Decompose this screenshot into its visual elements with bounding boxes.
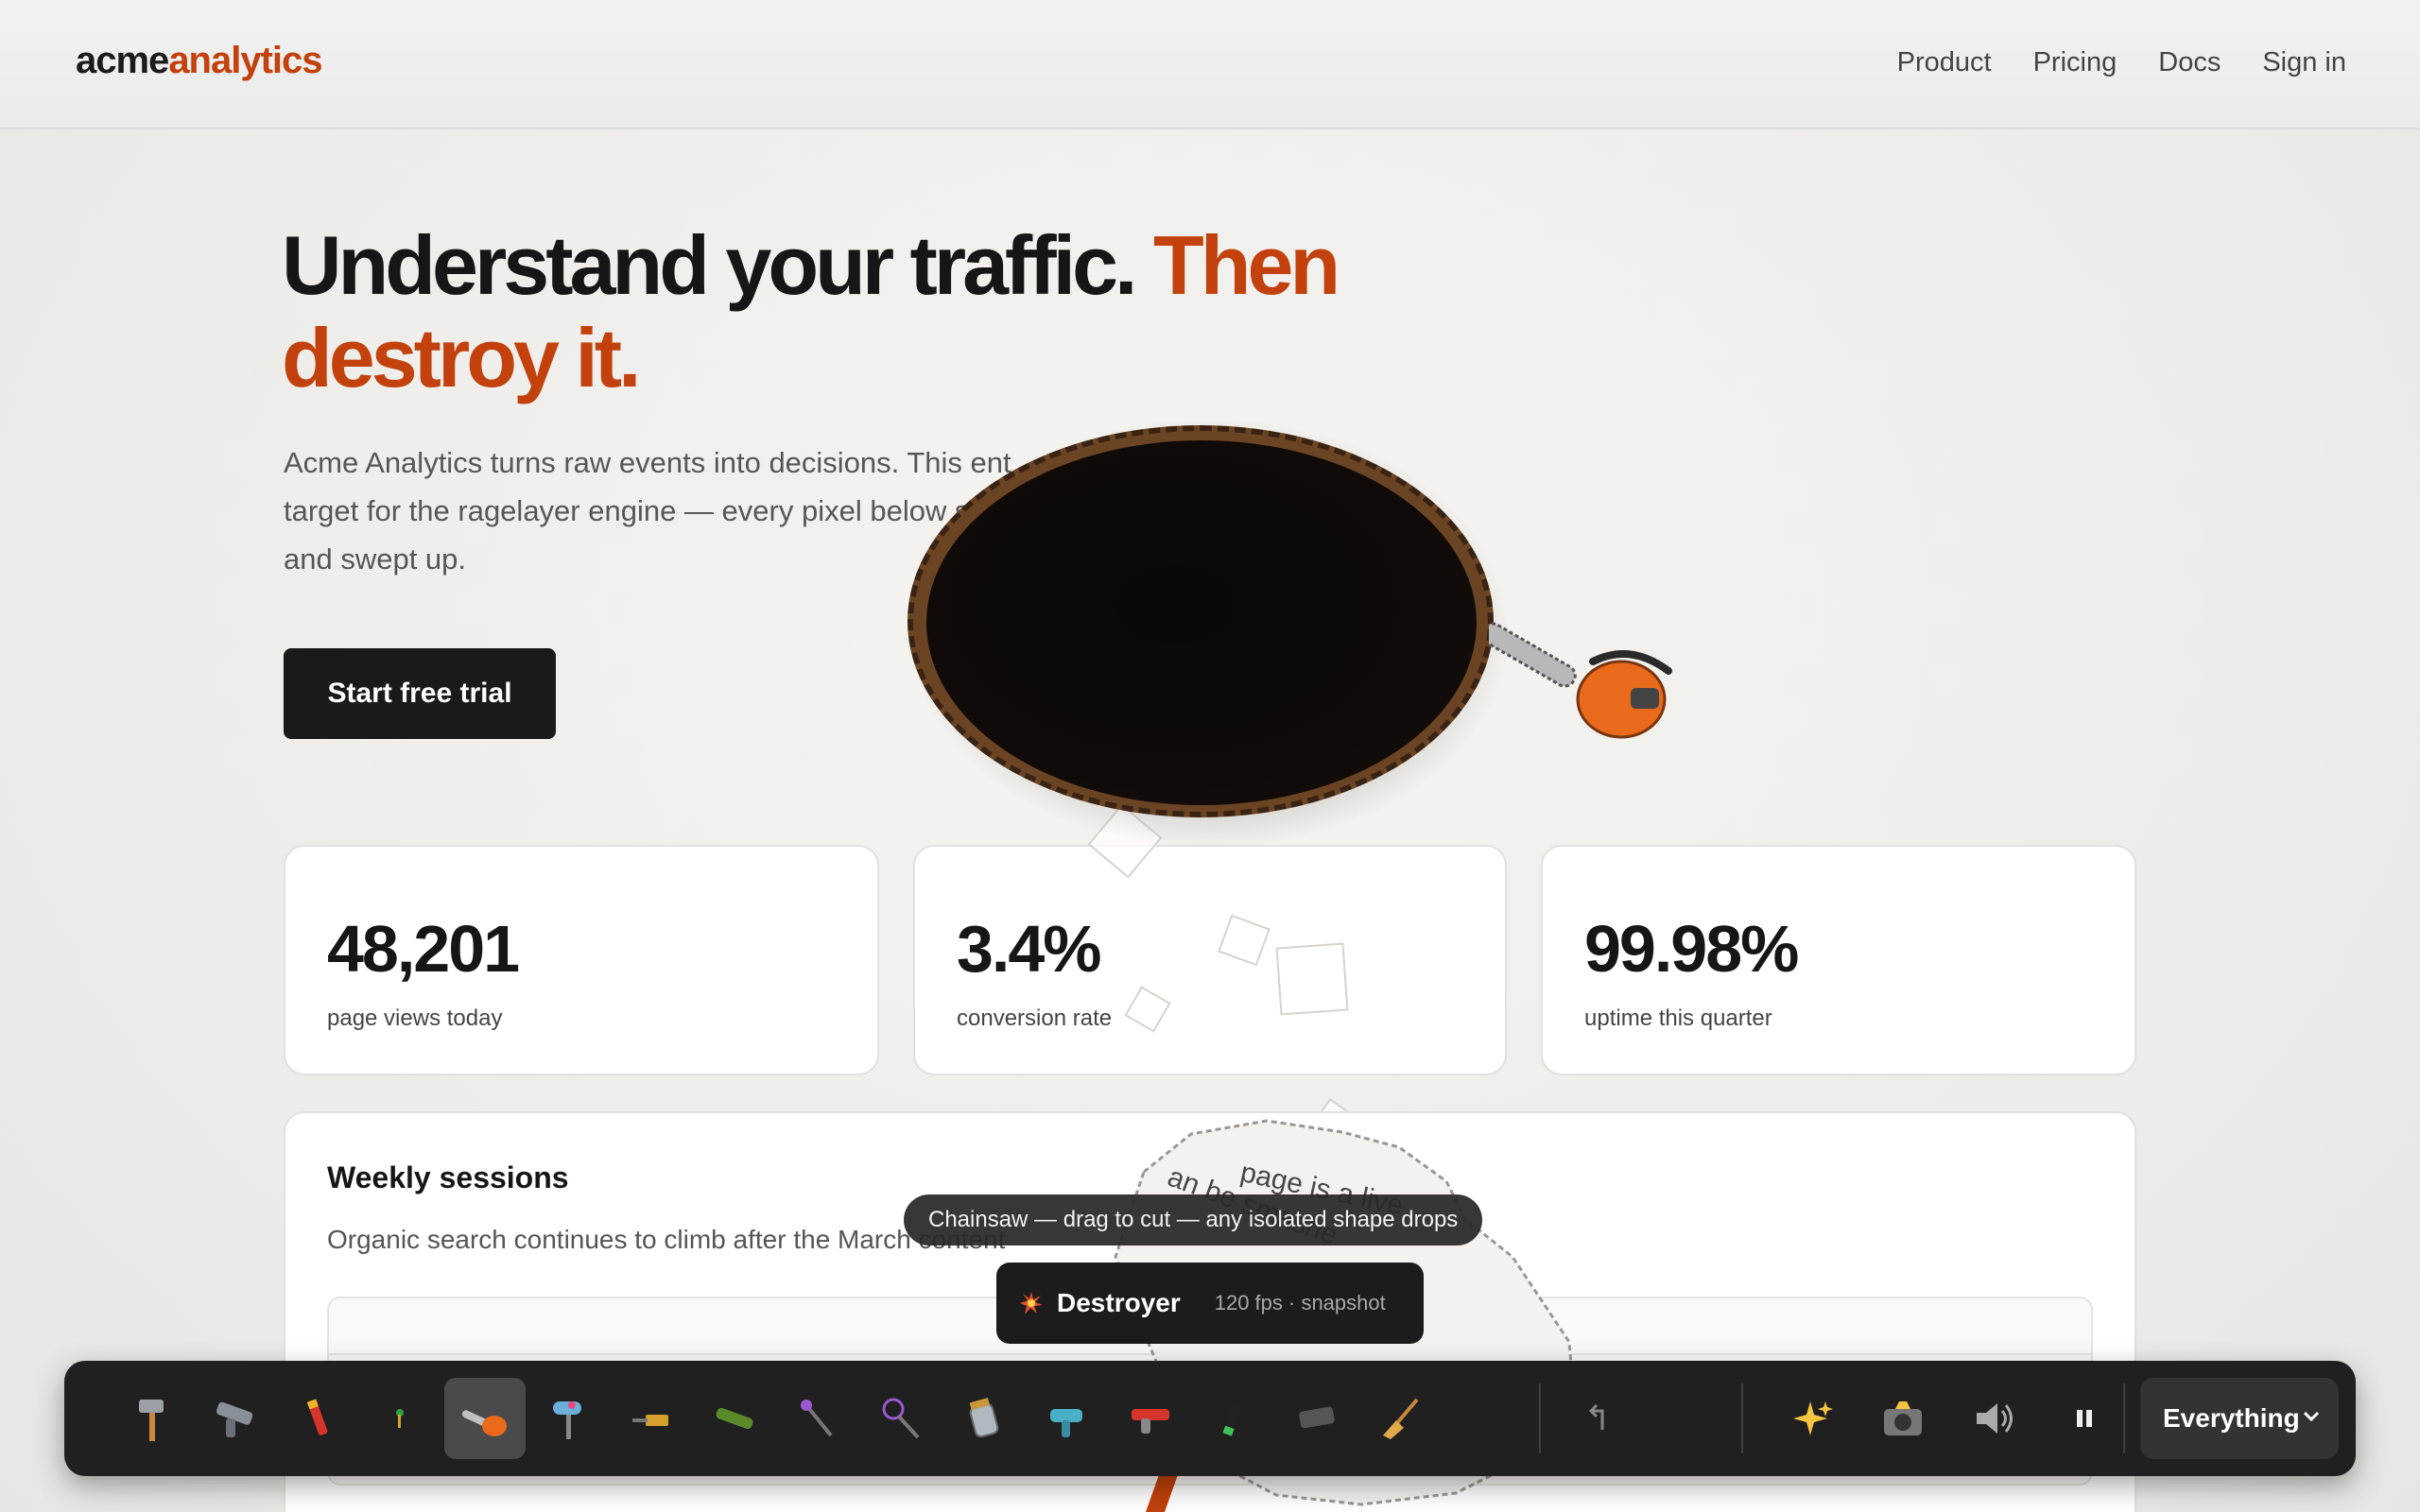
broom-tool-button[interactable] — [1359, 1378, 1441, 1459]
marker-tool-button[interactable] — [1193, 1378, 1274, 1459]
pin-icon — [396, 1409, 404, 1428]
destroyer-hud: Destroyer 120 fps · snapshot — [996, 1263, 1424, 1344]
stat-card-uptime: 99.98% uptime this quarter — [1541, 845, 2136, 1075]
hammer-tool-button[interactable] — [112, 1378, 193, 1459]
stat-label: uptime this quarter — [1584, 1005, 1772, 1031]
crayon-tool-button[interactable] — [278, 1378, 359, 1459]
rocket-launcher-icon — [716, 1407, 753, 1430]
stat-card-page-views: 48,201 page views today — [284, 845, 879, 1075]
hole-void — [926, 440, 1477, 805]
undo-icon — [1588, 1403, 1604, 1430]
blaster-tool-button[interactable] — [611, 1378, 692, 1459]
stat-label: conversion rate — [957, 1005, 1113, 1031]
flamethrower-tool-button[interactable] — [1110, 1378, 1191, 1459]
chainsaw-cursor-icon — [1489, 622, 1672, 739]
logo-text-acme: acme — [76, 40, 169, 81]
stat-value: 99.98% — [1584, 912, 1799, 986]
paint-roller-icon — [553, 1401, 581, 1439]
tool-toolbar: Everything — [64, 1361, 2356, 1476]
hammer-icon — [139, 1400, 164, 1441]
sparkles-button[interactable] — [1772, 1378, 1853, 1459]
rocket-launcher-tool-button[interactable] — [694, 1378, 775, 1459]
debris-shard — [1275, 942, 1349, 1016]
sparkles-icon — [1793, 1401, 1833, 1435]
paint-roller-tool-button[interactable] — [527, 1378, 609, 1459]
panel-subtitle: Organic search continues to climb after … — [327, 1225, 1006, 1254]
undo-button[interactable] — [1558, 1378, 1639, 1459]
chainsaw-icon — [461, 1410, 507, 1436]
stat-value: 48,201 — [327, 912, 520, 986]
lasso-tool-button[interactable] — [860, 1378, 942, 1459]
broom-icon — [1383, 1398, 1419, 1439]
top-bar: acmeanalytics Product Pricing Docs Sign … — [0, 0, 2420, 129]
flamethrower-icon — [1132, 1409, 1169, 1434]
mode-select-value: Everything — [2163, 1403, 2300, 1433]
magic-wand-icon — [801, 1400, 833, 1437]
stat-card-conversion: 3.4% conversion rate — [913, 845, 1507, 1075]
blaster-icon — [632, 1415, 668, 1426]
gun-tool-button[interactable] — [195, 1378, 276, 1459]
main-nav: Product Pricing Docs Sign in — [1897, 47, 2346, 78]
panel-title: Weekly sessions — [327, 1160, 569, 1194]
logo-text-analytics: analytics — [168, 40, 322, 81]
crayon-icon — [306, 1399, 328, 1435]
stat-label: page views today — [327, 1005, 503, 1031]
magic-wand-tool-button[interactable] — [777, 1378, 858, 1459]
hero-title-main: Understand your traffic. — [282, 218, 1153, 312]
pause-icon — [2077, 1410, 2092, 1427]
gun-icon — [216, 1401, 253, 1437]
toolbar-separator — [2123, 1383, 2125, 1453]
jar-icon — [969, 1398, 999, 1438]
glue-gun-tool-button[interactable] — [1027, 1378, 1108, 1459]
nav-sign-in[interactable]: Sign in — [2262, 47, 2346, 78]
toolbar-separator — [1741, 1383, 1743, 1453]
start-free-trial-button[interactable]: Start free trial — [284, 648, 556, 739]
sound-button[interactable] — [1953, 1378, 2034, 1459]
camera-button[interactable] — [1862, 1378, 1944, 1459]
eraser-tool-button[interactable] — [1276, 1378, 1357, 1459]
glue-gun-icon — [1050, 1409, 1082, 1437]
explosion-icon — [1020, 1292, 1043, 1314]
pause-button[interactable] — [2044, 1378, 2125, 1459]
hud-stats: 120 fps · snapshot — [1214, 1291, 1386, 1314]
logo[interactable]: acmeanalytics — [76, 40, 323, 82]
nav-pricing[interactable]: Pricing — [2033, 47, 2118, 78]
speaker-icon — [1977, 1403, 2013, 1434]
lasso-icon — [882, 1398, 920, 1439]
nav-docs[interactable]: Docs — [2158, 47, 2221, 78]
chainsaw-tool-button[interactable] — [444, 1378, 526, 1459]
target-mode-select[interactable]: Everything — [2140, 1378, 2339, 1459]
chainsaw-hole — [908, 397, 1512, 850]
marker-icon — [1222, 1403, 1242, 1436]
hud-title: Destroyer — [1057, 1288, 1181, 1317]
camera-icon — [1884, 1401, 1922, 1435]
chevron-down-icon — [2303, 1411, 2320, 1422]
tool-tooltip: Chainsaw — drag to cut — any isolated sh… — [904, 1194, 1483, 1246]
eraser-icon — [1299, 1406, 1335, 1429]
nav-product[interactable]: Product — [1897, 47, 1992, 78]
stat-value: 3.4% — [957, 912, 1102, 986]
jar-tool-button[interactable] — [943, 1378, 1025, 1459]
hero-title: Understand your traffic. Then destroy it… — [282, 219, 1416, 404]
toolbar-separator — [1539, 1383, 1541, 1453]
pin-tool-button[interactable] — [361, 1378, 442, 1459]
